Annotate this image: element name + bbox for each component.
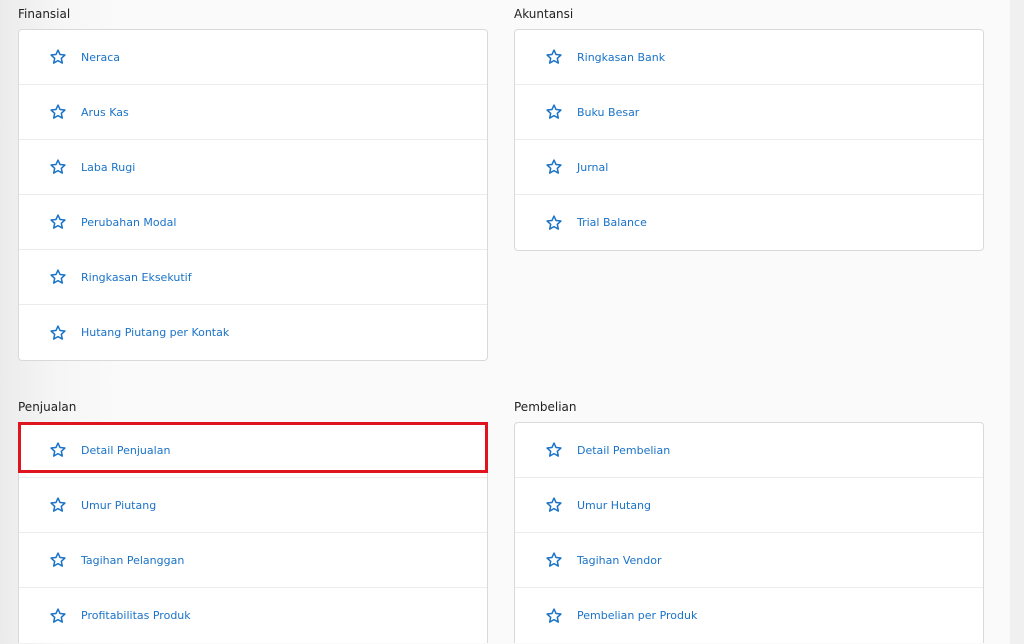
star-icon[interactable] bbox=[49, 441, 67, 459]
report-item-label[interactable]: Buku Besar bbox=[577, 106, 639, 119]
report-item-ringkasan-eksekutif[interactable]: Ringkasan Eksekutif bbox=[19, 250, 487, 305]
star-icon[interactable] bbox=[545, 103, 563, 121]
star-icon[interactable] bbox=[49, 213, 67, 231]
section-title: Pembelian bbox=[514, 400, 577, 414]
star-icon[interactable] bbox=[49, 103, 67, 121]
star-icon[interactable] bbox=[545, 158, 563, 176]
report-item-label[interactable]: Tagihan Vendor bbox=[577, 554, 662, 567]
report-item-label[interactable]: Arus Kas bbox=[81, 106, 129, 119]
report-item-laba-rugi[interactable]: Laba Rugi bbox=[19, 140, 487, 195]
report-item-profitabilitas-produk[interactable]: Profitabilitas Produk bbox=[19, 588, 487, 643]
report-item-label[interactable]: Umur Hutang bbox=[577, 499, 651, 512]
report-item-tagihan-vendor[interactable]: Tagihan Vendor bbox=[515, 533, 983, 588]
report-item-label[interactable]: Ringkasan Bank bbox=[577, 51, 665, 64]
star-icon[interactable] bbox=[545, 607, 563, 625]
report-item-label[interactable]: Hutang Piutang per Kontak bbox=[81, 326, 229, 339]
report-item-label[interactable]: Trial Balance bbox=[577, 216, 647, 229]
report-item-label[interactable]: Jurnal bbox=[577, 161, 608, 174]
report-item-perubahan-modal[interactable]: Perubahan Modal bbox=[19, 195, 487, 250]
report-card: Detail Pembelian Umur Hutang Tagihan Ven… bbox=[514, 422, 984, 643]
report-item-tagihan-pelanggan[interactable]: Tagihan Pelanggan bbox=[19, 533, 487, 588]
report-item-buku-besar[interactable]: Buku Besar bbox=[515, 85, 983, 140]
star-icon[interactable] bbox=[49, 324, 67, 342]
report-item-label[interactable]: Pembelian per Produk bbox=[577, 609, 697, 622]
report-item-label[interactable]: Laba Rugi bbox=[81, 161, 135, 174]
star-icon[interactable] bbox=[49, 607, 67, 625]
report-item-umur-hutang[interactable]: Umur Hutang bbox=[515, 478, 983, 533]
report-card: Neraca Arus Kas Laba Rugi Perubahan Moda… bbox=[18, 29, 488, 361]
report-item-detail-penjualan[interactable]: Detail Penjualan bbox=[19, 423, 487, 478]
section-title: Akuntansi bbox=[514, 7, 574, 21]
report-card: Ringkasan Bank Buku Besar Jurnal Trial B… bbox=[514, 29, 984, 251]
star-icon[interactable] bbox=[545, 48, 563, 66]
report-item-ringkasan-bank[interactable]: Ringkasan Bank bbox=[515, 30, 983, 85]
section-title: Penjualan bbox=[18, 400, 77, 414]
star-icon[interactable] bbox=[49, 496, 67, 514]
star-icon[interactable] bbox=[49, 158, 67, 176]
star-icon[interactable] bbox=[545, 551, 563, 569]
report-item-neraca[interactable]: Neraca bbox=[19, 30, 487, 85]
report-card: Detail Penjualan Umur Piutang Tagihan Pe… bbox=[18, 422, 488, 643]
report-item-label[interactable]: Profitabilitas Produk bbox=[81, 609, 191, 622]
report-item-umur-piutang[interactable]: Umur Piutang bbox=[19, 478, 487, 533]
section-title: Finansial bbox=[18, 7, 71, 21]
report-item-pembelian-per-produk[interactable]: Pembelian per Produk bbox=[515, 588, 983, 643]
right-scroll-area bbox=[1010, 0, 1024, 644]
star-icon[interactable] bbox=[545, 214, 563, 232]
star-icon[interactable] bbox=[49, 48, 67, 66]
report-item-label[interactable]: Detail Penjualan bbox=[81, 444, 170, 457]
report-item-jurnal[interactable]: Jurnal bbox=[515, 140, 983, 195]
report-item-label[interactable]: Umur Piutang bbox=[81, 499, 156, 512]
report-item-arus-kas[interactable]: Arus Kas bbox=[19, 85, 487, 140]
star-icon[interactable] bbox=[545, 441, 563, 459]
star-icon[interactable] bbox=[545, 496, 563, 514]
report-item-label[interactable]: Tagihan Pelanggan bbox=[81, 554, 184, 567]
report-item-label[interactable]: Neraca bbox=[81, 51, 120, 64]
star-icon[interactable] bbox=[49, 268, 67, 286]
report-item-label[interactable]: Detail Pembelian bbox=[577, 444, 670, 457]
report-item-trial-balance[interactable]: Trial Balance bbox=[515, 195, 983, 250]
report-item-hutang-piutang[interactable]: Hutang Piutang per Kontak bbox=[19, 305, 487, 360]
report-item-label[interactable]: Ringkasan Eksekutif bbox=[81, 271, 192, 284]
report-item-detail-pembelian[interactable]: Detail Pembelian bbox=[515, 423, 983, 478]
star-icon[interactable] bbox=[49, 551, 67, 569]
report-item-label[interactable]: Perubahan Modal bbox=[81, 216, 176, 229]
